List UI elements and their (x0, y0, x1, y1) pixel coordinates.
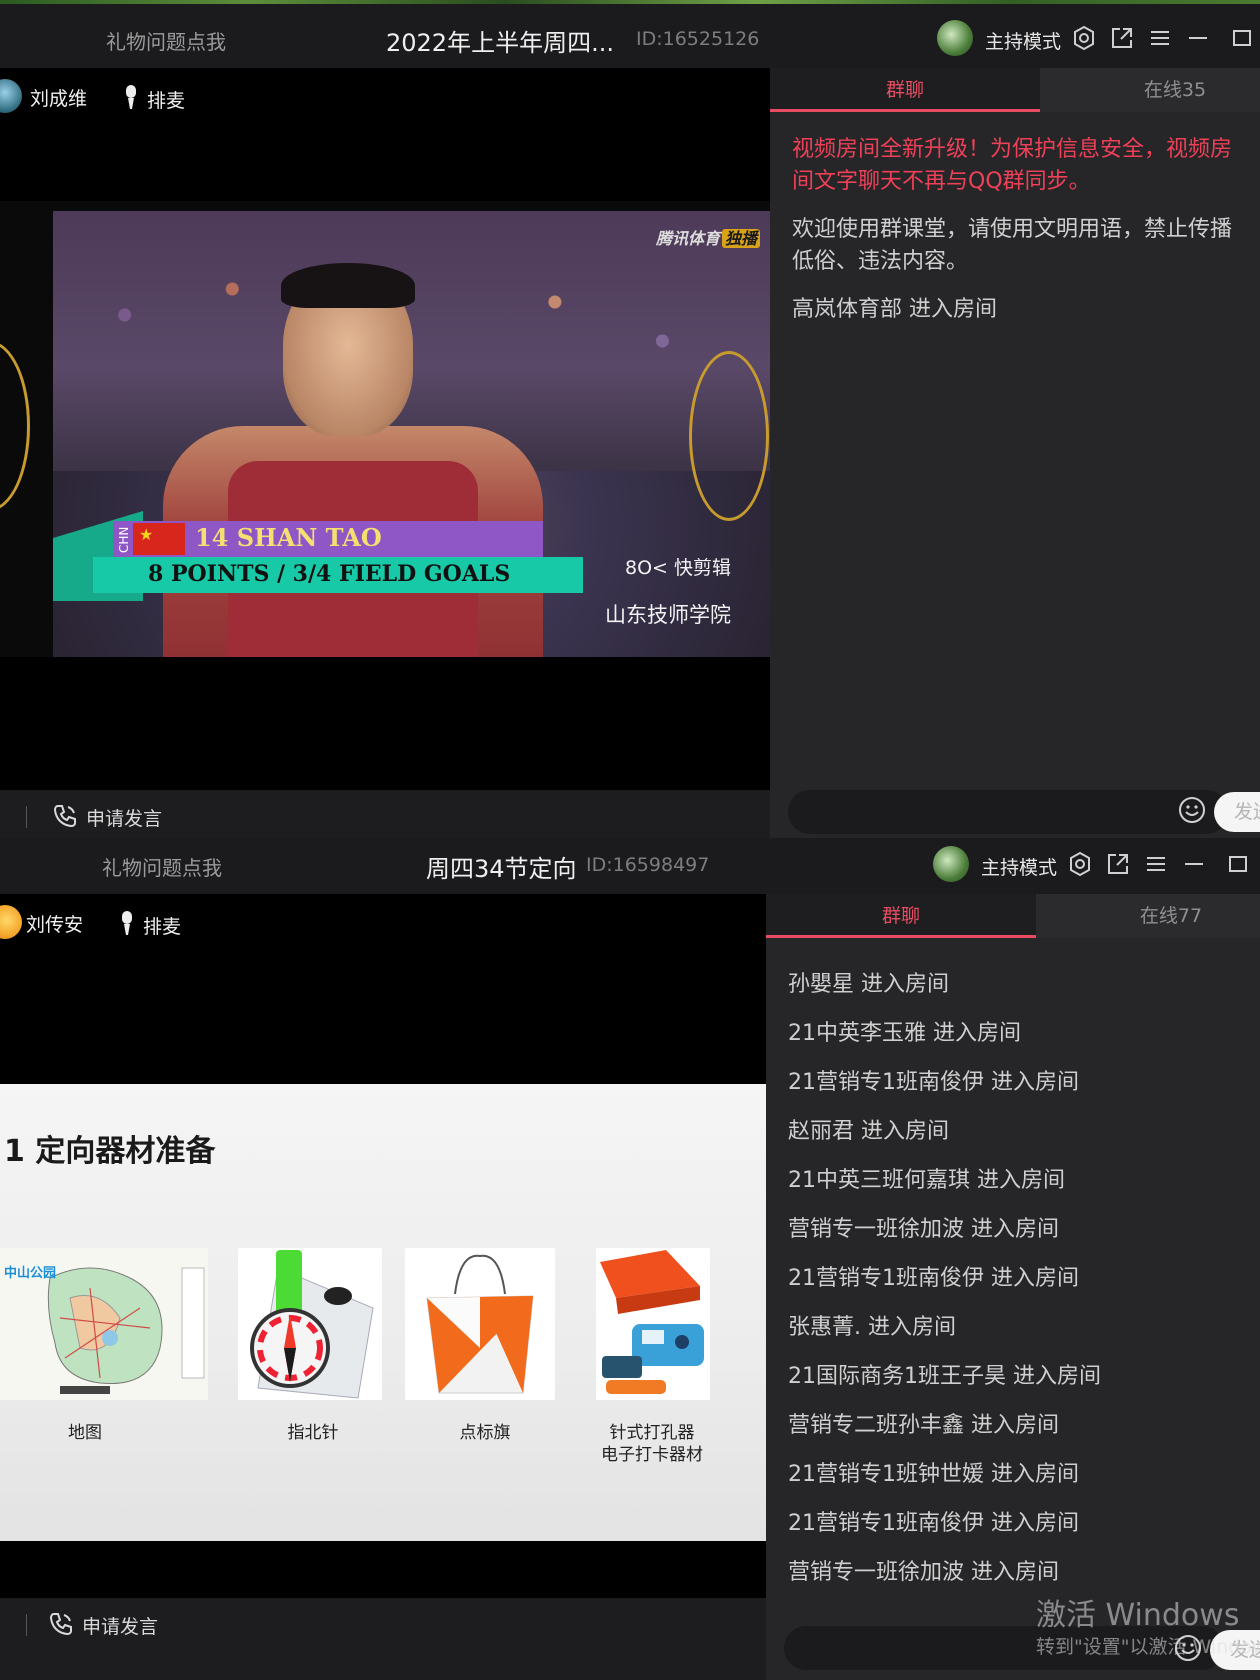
mic-icon (126, 85, 136, 109)
player-hair (281, 263, 415, 308)
tab-online-members[interactable]: 在线35 (1040, 68, 1260, 112)
queue-button[interactable]: 排麦 (147, 86, 185, 113)
stage-bottombar: 申请发言 (0, 790, 770, 838)
popout-icon[interactable] (1108, 24, 1136, 52)
basketball-broadcast: 腾讯体育独播 CHN 14 SHAN TAO 8 POINTS / 3/4 FI… (53, 211, 770, 657)
settings-icon[interactable] (1070, 24, 1098, 52)
player-name-caption: 14 SHAN TAO (195, 523, 382, 552)
slide-caption: 指北针 (287, 1423, 339, 1443)
maximize-icon[interactable] (1228, 24, 1256, 52)
room-window-top: 礼物问题点我 2022年上半年周四... ID:16525126 主持模式 刘成… (0, 0, 1260, 838)
apply-speak-button[interactable]: 申请发言 (86, 804, 162, 831)
chat-input[interactable] (788, 790, 1228, 834)
queue-button[interactable]: 排麦 (143, 912, 181, 939)
list-item: 21国际商务1班王子昊 进入房间 (788, 1364, 1101, 1389)
host-avatar[interactable] (0, 905, 22, 939)
gift-help-link[interactable]: 礼物问题点我 (102, 852, 222, 881)
list-item: 赵丽君 进入房间 (788, 1119, 949, 1144)
player-stats-caption: 8 POINTS / 3/4 FIELD GOALS (148, 561, 511, 587)
slide-caption-multi: 针式打孔器 电子打卡器材 (601, 1423, 703, 1465)
stage-bottombar: 申请发言 (0, 1598, 770, 1680)
phone-icon[interactable] (52, 803, 78, 829)
list-item: 21中英三班何嘉琪 进入房间 (788, 1168, 1065, 1193)
list-item: 21营销专1班南俊伊 进入房间 (788, 1070, 1079, 1095)
minimize-icon[interactable] (1180, 850, 1208, 878)
stage-area: 刘传安 排麦 1 定向器材准备 中山公园 地图 指北针 点标旗 针式打孔器 电子… (0, 894, 766, 1598)
mic-icon (122, 911, 132, 935)
event-badge-right (689, 351, 769, 521)
event-badge-left (0, 341, 30, 511)
send-button[interactable]: 发送 (1214, 792, 1260, 832)
list-item: 21营销专1班南俊伊 进入房间 (788, 1266, 1079, 1291)
editor-watermark: 8O< 快剪辑 (625, 557, 732, 579)
control-flag-image (405, 1248, 555, 1400)
video-stream[interactable]: 腾讯体育独播 CHN 14 SHAN TAO 8 POINTS / 3/4 FI… (0, 201, 770, 657)
punch-device-image (596, 1248, 710, 1400)
host-mode-toggle[interactable]: 主持模式 (985, 27, 1061, 54)
list-item: 21营销专1班南俊伊 进入房间 (788, 1511, 1079, 1536)
welcome-line: 低俗、违法内容。 (792, 249, 969, 274)
list-item: 孙嬰星 进入房间 (788, 972, 949, 997)
settings-icon[interactable] (1066, 850, 1094, 878)
apply-speak-button[interactable]: 申请发言 (82, 1612, 158, 1639)
slide-title: 1 定向器材准备 (4, 1134, 216, 1169)
broadcaster-logo: 腾讯体育 独播 (656, 225, 760, 249)
slide-caption: 点标旗 (459, 1423, 511, 1443)
phone-icon[interactable] (48, 1611, 74, 1637)
tab-group-chat[interactable]: 群聊 (766, 894, 1036, 938)
chat-tabs: 群聊 在线77 (766, 894, 1260, 938)
windows-activation-hint: 转到"设置"以激活 Windows。 (1036, 1636, 1260, 1658)
host-name: 刘传安 (26, 914, 84, 936)
room-id: ID:16598497 (586, 854, 710, 876)
list-item: 营销专二班孙丰鑫 进入房间 (788, 1413, 1059, 1438)
divider (26, 806, 27, 828)
country-code: CHN (117, 526, 131, 553)
user-avatar[interactable] (933, 846, 969, 882)
slide-caption: 地图 (68, 1423, 102, 1443)
system-notice-line: 视频房间全新升级！为保护信息安全，视频房 (792, 137, 1233, 162)
menu-icon[interactable] (1146, 24, 1174, 52)
welcome-line: 欢迎使用群课堂，请使用文明用语，禁止传播 (792, 217, 1233, 242)
list-item: 张惠菁. 进入房间 (788, 1315, 956, 1340)
menu-icon[interactable] (1142, 850, 1170, 878)
minimize-icon[interactable] (1184, 24, 1212, 52)
tab-online-members[interactable]: 在线77 (1036, 894, 1260, 938)
room-id: ID:16525126 (636, 28, 760, 50)
gift-help-link[interactable]: 礼物问题点我 (106, 26, 226, 55)
list-item: 营销专一班徐加波 进入房间 (788, 1217, 1059, 1242)
windows-activation-watermark: 激活 Windows (1036, 1598, 1240, 1633)
presentation-slide[interactable]: 1 定向器材准备 中山公园 地图 指北针 点标旗 针式打孔器 电子打卡器材 (0, 1084, 766, 1541)
room-title: 周四34节定向 (426, 855, 577, 883)
user-avatar[interactable] (937, 20, 973, 56)
list-item: 21中英李玉雅 进入房间 (788, 1021, 1021, 1046)
room-window-bottom: 礼物问题点我 周四34节定向 ID:16598497 主持模式 刘传安 排麦 1… (0, 838, 1260, 1680)
system-notice-line: 间文字聊天不再与QQ群同步。 (792, 169, 1091, 194)
list-item: 高岚体育部 进入房间 (792, 297, 997, 322)
host-avatar[interactable] (0, 79, 22, 113)
list-item: 21营销专1班钟世媛 进入房间 (788, 1462, 1079, 1487)
chat-panel: 群聊 在线77 孙嬰星 进入房间 21中英李玉雅 进入房间 21营销专1班南俊伊… (766, 894, 1260, 1680)
emoji-icon[interactable] (1178, 796, 1206, 824)
chat-tabs: 群聊 在线35 (770, 68, 1260, 112)
maximize-icon[interactable] (1224, 850, 1252, 878)
tab-group-chat[interactable]: 群聊 (770, 68, 1040, 112)
popout-icon[interactable] (1104, 850, 1132, 878)
room-title: 2022年上半年周四... (386, 29, 614, 57)
china-flag-icon (133, 523, 185, 555)
chat-panel: 群聊 在线35 视频房间全新升级！为保护信息安全，视频房 间文字聊天不再与QQ群… (770, 68, 1260, 838)
host-mode-toggle[interactable]: 主持模式 (981, 853, 1057, 880)
orienteering-map-image: 中山公园 (0, 1248, 208, 1400)
titlebar: 礼物问题点我 2022年上半年周四... ID:16525126 主持模式 (0, 4, 1260, 72)
chat-messages: 孙嬰星 进入房间 21中英李玉雅 进入房间 21营销专1班南俊伊 进入房间 赵丽… (788, 960, 1260, 1597)
stage-area: 刘成维 排麦 腾讯体育独播 CHN 14 SHAN T (0, 68, 770, 790)
compass-image (238, 1248, 382, 1400)
map-label: 中山公园 (4, 1266, 57, 1281)
chat-messages: 视频房间全新升级！为保护信息安全，视频房 间文字聊天不再与QQ群同步。 欢迎使用… (792, 134, 1260, 326)
divider (26, 1614, 27, 1636)
host-name: 刘成维 (30, 88, 88, 110)
school-watermark: 山东技师学院 (605, 603, 731, 627)
